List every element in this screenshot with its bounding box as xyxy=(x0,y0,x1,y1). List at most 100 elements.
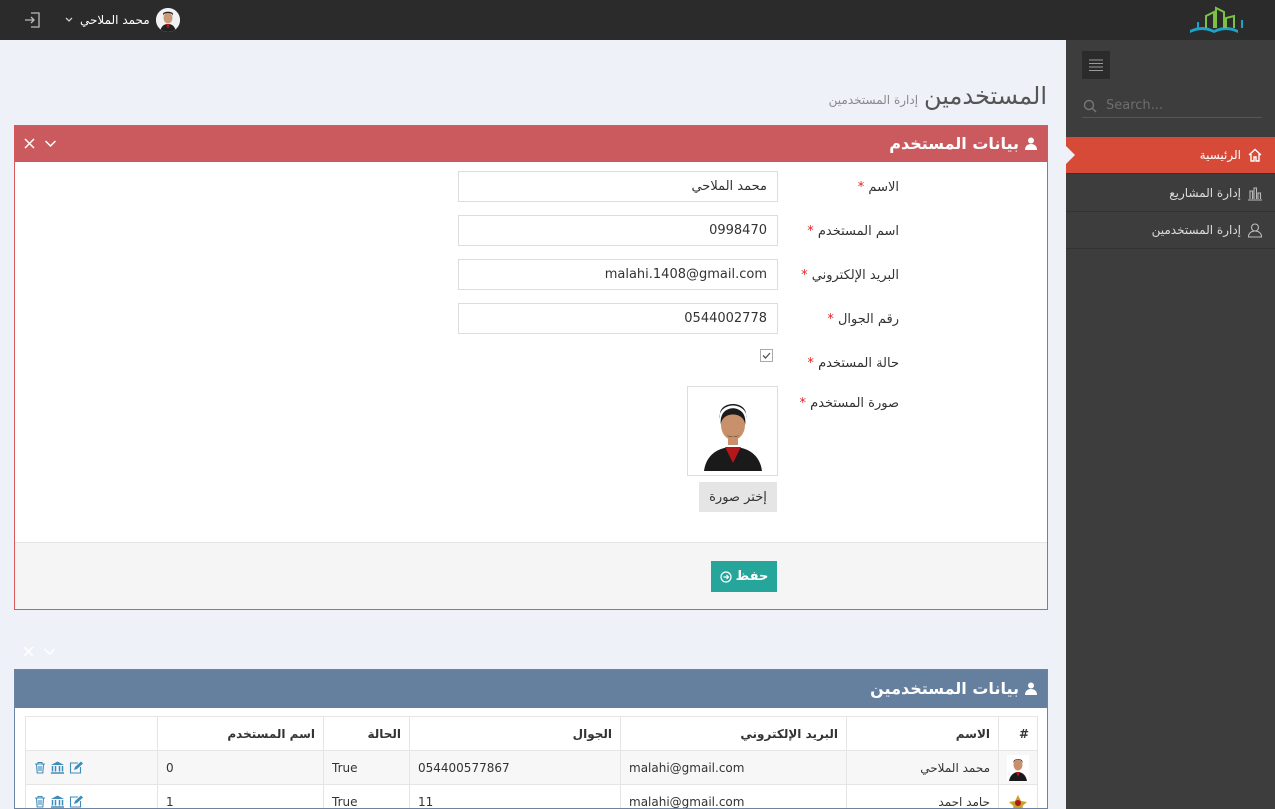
user-icon xyxy=(1025,137,1037,150)
column-header[interactable]: اسم المستخدم xyxy=(157,716,324,751)
row-actions xyxy=(34,795,149,808)
label-text: حالة المستخدم xyxy=(818,356,899,371)
avatar xyxy=(1007,754,1029,781)
edit-icon[interactable] xyxy=(69,761,83,774)
bank-icon[interactable] xyxy=(50,795,65,808)
edit-icon[interactable] xyxy=(69,795,83,808)
cell-mobile: 054400577867 xyxy=(409,750,621,785)
user-photo-image xyxy=(692,391,773,471)
required-mark: * xyxy=(801,268,808,283)
label-text: رقم الجوال xyxy=(837,312,899,327)
sidebar-item-users[interactable]: إدارة المستخدمين xyxy=(1066,212,1275,249)
column-header[interactable]: الحالة xyxy=(323,716,410,751)
sidebar-item-projects[interactable]: إدارة المشاريع xyxy=(1066,175,1275,212)
chevron-down-icon xyxy=(65,17,73,22)
cell-name: محمد الملاحي xyxy=(846,750,999,785)
user-photo xyxy=(687,386,778,476)
top-navbar: محمد الملاحي xyxy=(0,0,1275,40)
portlet-title: بيانات المستخدمين xyxy=(870,679,1037,698)
user-name: محمد الملاحي xyxy=(80,13,150,27)
portlet-header: بيانات المستخدمين xyxy=(15,670,1047,708)
required-mark: * xyxy=(807,356,814,371)
portlet-title: بيانات المستخدم xyxy=(889,134,1037,153)
home-icon xyxy=(1248,148,1262,162)
emblem-icon xyxy=(1007,788,1029,808)
form-actions: حفظ xyxy=(15,542,1047,609)
required-mark: * xyxy=(857,180,865,195)
portlet-tools-faded xyxy=(22,645,56,658)
user-icon xyxy=(1247,223,1263,238)
label-text: اسم المستخدم xyxy=(817,224,899,239)
page-subtitle: إدارة المستخدمين xyxy=(828,93,919,107)
app-logo xyxy=(1190,6,1243,33)
name-label: الاسم * xyxy=(858,180,899,195)
user-menu[interactable]: محمد الملاحي xyxy=(64,6,180,34)
page-title-text: المستخدمين xyxy=(924,82,1047,110)
trash-icon[interactable] xyxy=(34,795,46,808)
portlet-header: بيانات المستخدم xyxy=(15,126,1047,162)
cell-email: malahi@gmail.com xyxy=(620,784,847,808)
row-avatar-cell xyxy=(998,784,1038,808)
table-row: محمد الملاحي malahi@gmail.com 0544005778… xyxy=(25,750,1038,785)
table-row: حامد احمد malahi@gmail.com 11 True 1 xyxy=(25,784,1038,808)
close-icon[interactable] xyxy=(22,645,35,658)
check-icon xyxy=(762,352,771,359)
chevron-down-icon[interactable] xyxy=(43,645,56,658)
label-text: البريد الإلكتروني xyxy=(811,268,899,283)
required-mark: * xyxy=(807,224,814,239)
username-label: اسم المستخدم * xyxy=(807,224,899,239)
portlet-tools xyxy=(23,137,57,150)
bank-icon[interactable] xyxy=(50,761,65,774)
name-input[interactable] xyxy=(458,171,778,202)
status-label: حالة المستخدم * xyxy=(807,356,899,371)
cell-status: True xyxy=(323,750,410,785)
save-button-label: حفظ xyxy=(735,569,769,584)
users-table-portlet: بيانات المستخدمين # الاسم البريد الإلكتر… xyxy=(14,669,1048,809)
sidebar: الرئيسية إدارة المشاريع إدارة المستخدمين xyxy=(1065,40,1275,809)
cell-actions xyxy=(25,750,158,785)
mobile-label: رقم الجوال * xyxy=(827,312,899,327)
arrow-circle-icon xyxy=(720,570,732,583)
users-table: # الاسم البريد الإلكتروني الجوال الحالة … xyxy=(25,716,1038,808)
label-text: صورة المستخدم xyxy=(810,396,899,411)
sidebar-item-label: إدارة المشاريع xyxy=(1169,186,1241,200)
logout-icon[interactable] xyxy=(24,11,42,29)
portlet-title-text: بيانات المستخدمين xyxy=(870,679,1019,698)
sidebar-item-label: إدارة المستخدمين xyxy=(1151,223,1241,237)
sidebar-item-home[interactable]: الرئيسية xyxy=(1065,137,1275,174)
status-checkbox[interactable] xyxy=(760,349,773,362)
chevron-down-icon[interactable] xyxy=(44,137,57,150)
sidebar-item-label: الرئيسية xyxy=(1199,148,1241,162)
sidebar-search-input[interactable] xyxy=(1082,94,1262,118)
email-label: البريد الإلكتروني * xyxy=(801,268,899,283)
user-icon xyxy=(1025,682,1037,695)
sidebar-toggle-button[interactable] xyxy=(1082,51,1110,79)
column-header[interactable]: # xyxy=(998,716,1038,751)
photo-label: صورة المستخدم * xyxy=(800,396,900,411)
cell-username: 1 xyxy=(157,784,324,808)
column-header[interactable]: الجوال xyxy=(409,716,621,751)
cell-actions xyxy=(25,784,158,808)
column-header[interactable]: البريد الإلكتروني xyxy=(620,716,847,751)
mobile-input[interactable] xyxy=(458,303,778,334)
cell-mobile: 11 xyxy=(409,784,621,808)
column-header[interactable]: الاسم xyxy=(846,716,999,751)
required-mark: * xyxy=(799,396,807,411)
row-actions xyxy=(34,761,149,774)
close-icon[interactable] xyxy=(23,137,36,150)
trash-icon[interactable] xyxy=(34,761,46,774)
cell-status: True xyxy=(323,784,410,808)
avatar xyxy=(155,8,180,32)
bar-chart-icon xyxy=(1248,187,1262,201)
cell-username: 0 xyxy=(157,750,324,785)
column-header xyxy=(25,716,158,751)
email-input[interactable] xyxy=(458,259,778,290)
label-text: الاسم xyxy=(868,180,899,195)
save-button[interactable]: حفظ xyxy=(711,561,777,592)
username-input[interactable] xyxy=(458,215,778,246)
page-title: المستخدمين إدارة المستخدمين xyxy=(829,82,1047,110)
user-form-portlet: بيانات المستخدم الاسم * اسم المستخدم * ا… xyxy=(14,125,1048,610)
row-avatar-cell xyxy=(998,750,1038,785)
portlet-title-text: بيانات المستخدم xyxy=(889,134,1019,153)
choose-photo-button[interactable]: إختر صورة xyxy=(699,482,777,512)
